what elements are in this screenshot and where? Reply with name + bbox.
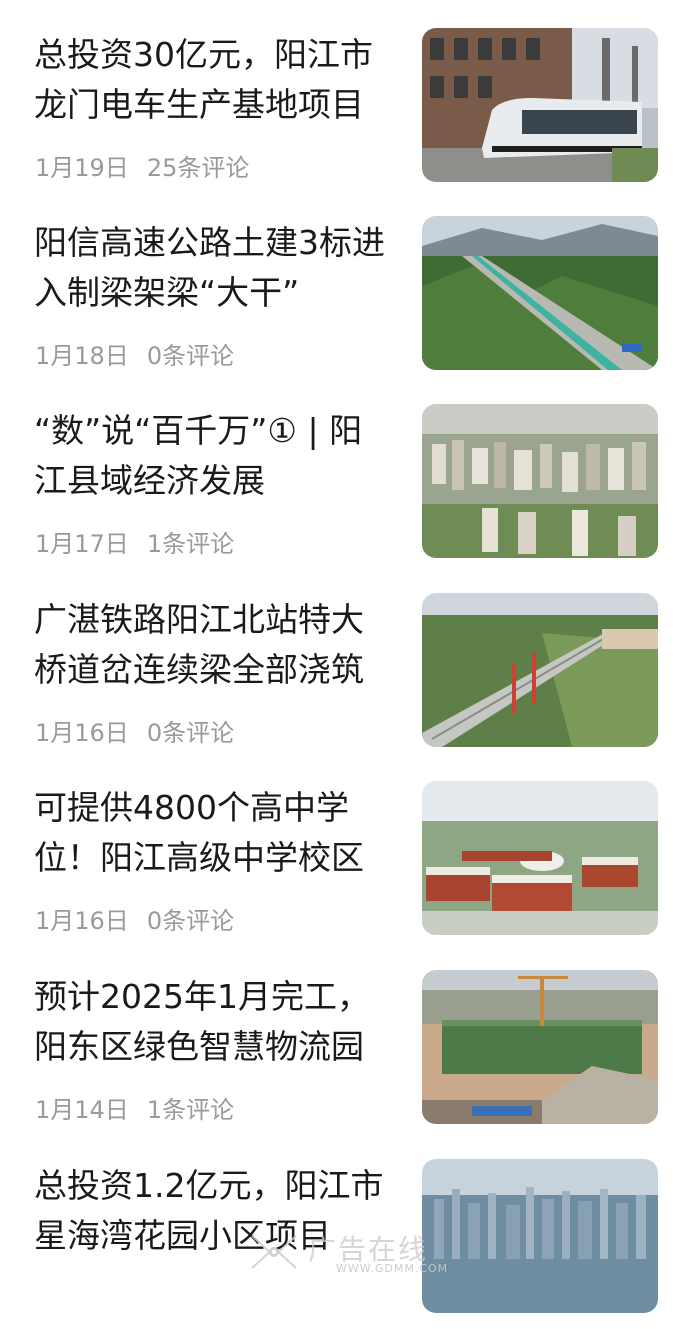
article-date: 1月18日 (35, 342, 129, 370)
article-thumbnail[interactable] (422, 216, 658, 370)
article-comment-count: 0条评论 (146, 342, 235, 370)
list-item[interactable]: 总投资30亿元，阳江市龙门电车生产基地项目 1月19日 25条评论 (0, 28, 692, 198)
article-title[interactable]: 阳信高速公路土建3标进入制梁架梁“大干” (34, 218, 394, 318)
railway-bridge-image (422, 593, 658, 747)
article-meta: 1月16日 0条评论 (35, 713, 252, 748)
article-meta: 1月17日 1条评论 (35, 524, 252, 559)
article-meta: 1月16日 0条评论 (35, 901, 252, 936)
article-thumbnail[interactable] (422, 404, 658, 558)
article-thumbnail[interactable] (422, 593, 658, 747)
article-comment-count: 25条评论 (146, 154, 250, 182)
article-meta: 1月14日 1条评论 (35, 1090, 252, 1125)
tram-street-image (422, 28, 658, 182)
article-title[interactable]: 总投资30亿元，阳江市龙门电车生产基地项目 (34, 30, 394, 130)
article-date: 1月16日 (35, 907, 129, 935)
article-date: 1月19日 (35, 154, 129, 182)
list-item[interactable]: 预计2025年1月完工，阳东区绿色智慧物流园 1月14日 1条评论 (0, 970, 692, 1140)
article-comment-count: 1条评论 (146, 1096, 235, 1124)
article-title[interactable]: 预计2025年1月完工，阳东区绿色智慧物流园 (34, 972, 394, 1072)
article-comment-count: 0条评论 (146, 907, 235, 935)
skyline-image (422, 1159, 658, 1313)
article-comment-count: 1条评论 (146, 530, 235, 558)
article-title[interactable]: 广湛铁路阳江北站特大桥道岔连续梁全部浇筑 (34, 595, 394, 695)
article-title[interactable]: “数”说“百千万”① | 阳江县域经济发展 (34, 406, 394, 506)
article-title[interactable]: 可提供4800个高中学位！阳江高级中学校区 (34, 783, 394, 883)
article-date: 1月17日 (35, 530, 129, 558)
construction-site-image (422, 970, 658, 1124)
watermark-logo-icon (251, 1235, 297, 1269)
article-meta: 1月19日 25条评论 (35, 148, 267, 183)
list-item[interactable]: 可提供4800个高中学位！阳江高级中学校区 1月16日 0条评论 (0, 781, 692, 951)
list-item[interactable]: 广湛铁路阳江北站特大桥道岔连续梁全部浇筑 1月16日 0条评论 (0, 593, 692, 763)
list-item[interactable]: 阳信高速公路土建3标进入制梁架梁“大干” 1月18日 0条评论 (0, 216, 692, 386)
article-thumbnail[interactable] (422, 781, 658, 935)
article-thumbnail[interactable] (422, 28, 658, 182)
article-date: 1月14日 (35, 1096, 129, 1124)
expressway-image (422, 216, 658, 370)
site-watermark: 广告在线 WWW.GDMM.COM (248, 1228, 448, 1278)
article-comment-count: 0条评论 (146, 719, 235, 747)
article-date: 1月16日 (35, 719, 129, 747)
school-campus-image (422, 781, 658, 935)
watermark-url: WWW.GDMM.COM (336, 1262, 449, 1275)
list-item[interactable]: “数”说“百千万”① | 阳江县域经济发展 1月17日 1条评论 (0, 404, 692, 574)
article-thumbnail[interactable] (422, 1159, 658, 1313)
city-aerial-image (422, 404, 658, 558)
article-meta: 1月18日 0条评论 (35, 336, 252, 371)
article-thumbnail[interactable] (422, 970, 658, 1124)
